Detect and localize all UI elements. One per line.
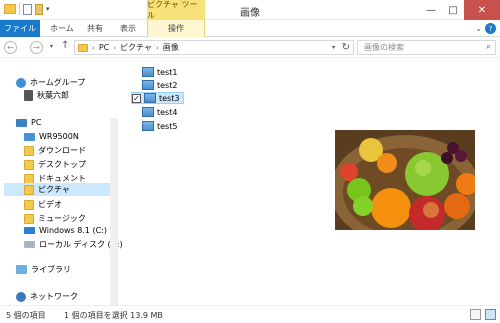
sidebar-item-pictures[interactable]: ピクチャ xyxy=(4,183,110,196)
image-file-icon xyxy=(144,93,156,103)
tab-view[interactable]: 表示 xyxy=(120,20,136,37)
chevron-right-icon[interactable]: › xyxy=(113,44,116,52)
help-icon[interactable]: ? xyxy=(485,23,496,34)
sidebar-item-desktop[interactable]: デスクトップ xyxy=(24,158,86,171)
sidebar-item-network[interactable]: ネットワーク xyxy=(16,290,78,303)
search-placeholder: 画像の検索 xyxy=(364,43,404,52)
file-name: test3 xyxy=(159,93,180,103)
tab-share[interactable]: 共有 xyxy=(87,20,103,37)
image-file-icon xyxy=(142,80,154,90)
address-history-icon[interactable]: ▾ xyxy=(332,44,335,51)
file-item-test2[interactable]: test2 xyxy=(142,79,177,91)
sidebar-item-label: ミュージック xyxy=(38,214,86,223)
chevron-right-icon[interactable]: › xyxy=(156,44,159,52)
sidebar-scrollbar-track[interactable] xyxy=(110,118,118,305)
view-switcher xyxy=(470,309,496,320)
sidebar-item-label: ホームグループ xyxy=(30,78,86,87)
close-button[interactable]: ✕ xyxy=(464,0,500,20)
sidebar-item-user[interactable]: 秋葉六郎 xyxy=(24,89,69,102)
file-item-test5[interactable]: test5 xyxy=(142,120,177,132)
desktop-folder-icon xyxy=(24,159,34,170)
file-name: test1 xyxy=(157,67,178,77)
sidebar-item-label: デスクトップ xyxy=(38,160,86,169)
sidebar-item-label: ビデオ xyxy=(38,200,62,209)
image-file-icon xyxy=(142,121,154,131)
search-icon[interactable]: ⌕ xyxy=(486,42,491,52)
large-icons-view-icon[interactable] xyxy=(485,309,496,320)
sidebar-item-label: PC xyxy=(31,118,42,127)
title-bar: ▾ ピクチャ ツール 画像 — □ ✕ xyxy=(0,0,500,20)
forward-button[interactable]: → xyxy=(30,41,43,54)
chevron-right-icon[interactable]: › xyxy=(92,44,95,52)
file-name: test4 xyxy=(157,107,178,117)
sidebar-item-pc[interactable]: PC xyxy=(16,116,41,129)
up-button[interactable]: ↑ xyxy=(61,40,69,51)
search-input[interactable]: 画像の検索 ⌕ xyxy=(357,40,496,55)
refresh-icon[interactable]: ↻ xyxy=(342,42,350,53)
image-preview xyxy=(335,130,475,230)
sidebar-item-label: ネットワーク xyxy=(30,292,78,301)
item-count: 5 個の項目 xyxy=(6,311,46,320)
tab-file[interactable]: ファイル xyxy=(0,20,40,37)
image-file-icon xyxy=(142,107,154,117)
sidebar-item-label: Windows 8.1 (C:) xyxy=(39,226,108,235)
breadcrumb-images[interactable]: 画像 xyxy=(163,42,179,53)
sidebar-item-videos[interactable]: ビデオ xyxy=(24,198,62,211)
breadcrumb-pictures[interactable]: ピクチャ xyxy=(120,42,152,53)
libraries-icon xyxy=(16,265,27,274)
windows-drive-icon xyxy=(24,227,35,234)
sidebar-item-drive-d[interactable]: ローカル ディスク (D:) xyxy=(24,238,123,251)
videos-folder-icon xyxy=(24,199,34,210)
ribbon-tabs: ファイル ホーム 共有 表示 操作 ⌄ ? xyxy=(0,20,500,37)
pc-icon xyxy=(16,118,27,127)
file-name: test5 xyxy=(157,121,178,131)
back-button[interactable]: ← xyxy=(4,41,17,54)
sidebar-item-label: ライブラリ xyxy=(31,265,71,274)
sidebar-item-wr9500n[interactable]: WR9500N xyxy=(24,130,79,143)
network-icon xyxy=(16,291,26,302)
file-name: test2 xyxy=(157,80,178,90)
sidebar-item-homegroup[interactable]: ホームグループ xyxy=(16,76,85,89)
sidebar-item-libraries[interactable]: ライブラリ xyxy=(16,263,71,276)
details-view-icon[interactable] xyxy=(470,309,481,320)
selection-info: 1 個の項目を選択 13.9 MB xyxy=(64,311,163,320)
status-bar: 5 個の項目 1 個の項目を選択 13.9 MB xyxy=(0,305,500,323)
address-field[interactable]: › PC › ピクチャ › 画像 ▾ ↻ xyxy=(74,40,354,55)
window-controls: — □ ✕ xyxy=(420,0,500,20)
music-folder-icon xyxy=(24,213,34,224)
file-item-test1[interactable]: test1 xyxy=(142,66,177,78)
documents-folder-icon xyxy=(24,173,34,184)
navigation-pane: ホームグループ 秋葉六郎 PC WR9500N ダウンロード デスクトップ ドキ… xyxy=(0,58,123,305)
sidebar-item-label: 秋葉六郎 xyxy=(37,91,69,100)
recent-locations-icon[interactable]: ▾ xyxy=(50,43,53,50)
image-file-icon xyxy=(142,67,154,77)
homegroup-icon xyxy=(16,77,26,88)
downloads-folder-icon xyxy=(24,145,34,156)
sidebar-item-drive-c[interactable]: Windows 8.1 (C:) xyxy=(24,224,107,237)
expand-ribbon-icon[interactable]: ⌄ xyxy=(475,24,482,33)
fruit-basket-image xyxy=(335,130,475,230)
network-device-icon xyxy=(24,132,35,141)
tab-manage[interactable]: 操作 xyxy=(147,20,205,37)
sidebar-item-label: WR9500N xyxy=(39,132,79,141)
sidebar-item-downloads[interactable]: ダウンロード xyxy=(24,144,86,157)
file-item-test3[interactable]: ✓ test3 xyxy=(131,92,185,104)
checkbox[interactable]: ✓ xyxy=(132,93,141,103)
sidebar-item-label: ピクチャ xyxy=(38,185,70,194)
local-disk-icon xyxy=(24,241,35,248)
breadcrumb-pc[interactable]: PC xyxy=(99,43,109,52)
address-bar-row: ← → ▾ ↑ › PC › ピクチャ › 画像 ▾ ↻ 画像の検索 ⌕ xyxy=(0,37,500,58)
tab-home[interactable]: ホーム xyxy=(50,20,74,37)
file-item-test4[interactable]: test4 xyxy=(142,106,177,118)
maximize-button[interactable]: □ xyxy=(442,0,464,20)
sidebar-item-label: ダウンロード xyxy=(38,146,86,155)
pictures-folder-icon xyxy=(24,184,34,195)
minimize-button[interactable]: — xyxy=(420,0,442,20)
pictures-folder-icon xyxy=(78,43,88,52)
user-icon xyxy=(24,90,33,101)
